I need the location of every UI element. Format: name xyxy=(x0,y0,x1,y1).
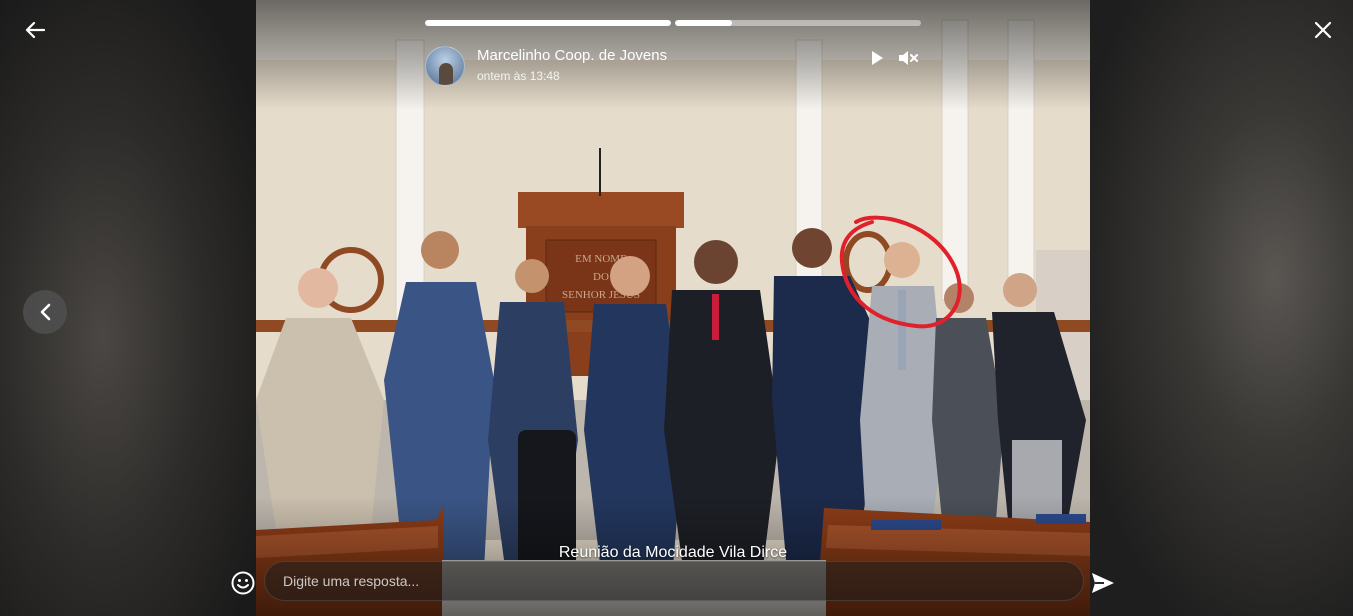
chevron-left-icon xyxy=(40,303,51,321)
pulpit-text-line2: DO xyxy=(593,271,609,283)
previous-story-button[interactable] xyxy=(23,290,67,334)
progress-segment-1 xyxy=(425,20,671,26)
mute-button[interactable] xyxy=(897,47,919,69)
emoji-icon xyxy=(231,571,255,595)
progress-fill-1 xyxy=(425,20,671,26)
author-name[interactable]: Marcelinho Coop. de Jovens xyxy=(477,47,667,64)
story-caption: Reunião da Mocidade Vila Dirce xyxy=(558,544,788,561)
author-avatar[interactable] xyxy=(425,46,465,86)
story-photo[interactable]: EM NOME DO SENHOR JESUS xyxy=(256,0,1090,616)
backdrop-right xyxy=(1090,0,1353,616)
reply-input[interactable] xyxy=(264,561,1084,601)
emoji-button[interactable] xyxy=(230,570,256,596)
story-top-gradient xyxy=(256,0,1090,110)
close-icon xyxy=(1314,21,1332,39)
volume-muted-icon xyxy=(899,51,918,65)
story-progress xyxy=(425,20,921,26)
play-icon xyxy=(872,51,883,65)
arrow-left-icon xyxy=(25,21,45,39)
play-button[interactable] xyxy=(866,47,888,69)
progress-fill-2 xyxy=(675,20,732,26)
send-button[interactable] xyxy=(1090,571,1116,597)
story-timestamp: ontem às 13:48 xyxy=(477,69,560,83)
close-button[interactable] xyxy=(1309,16,1337,44)
back-button[interactable] xyxy=(21,16,49,44)
send-icon xyxy=(1092,573,1114,593)
progress-segment-2 xyxy=(675,20,921,26)
